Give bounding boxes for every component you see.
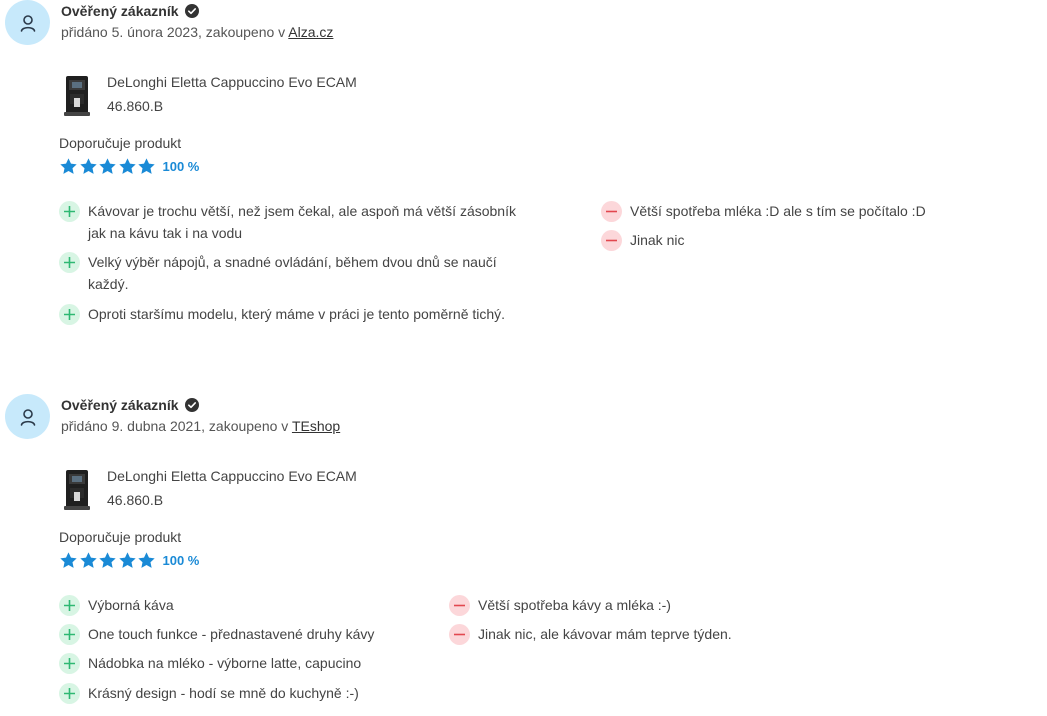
pro-item: One touch funkce - přednastavené druhy k… (59, 623, 419, 645)
minus-icon (449, 624, 470, 645)
shop-link[interactable]: TEshop (292, 418, 340, 434)
review-meta: přidáno 9. dubna 2021, zakoupeno v TEsho… (61, 418, 340, 434)
minus-icon (601, 201, 622, 222)
plus-icon (59, 624, 80, 645)
pro-text: Výborná káva (88, 597, 174, 613)
product-name: DeLonghi Eletta Cappuccino Evo ECAM (107, 74, 357, 90)
con-text: Větší spotřeba kávy a mléka :-) (478, 597, 671, 613)
avatar (5, 394, 50, 439)
rating-percent: 100 % (162, 552, 200, 568)
pro-item: Nádobka na mléko - výborne latte, capuci… (59, 652, 419, 674)
pro-text: One touch funkce - přednastavené druhy k… (88, 626, 375, 642)
rating-percent: 100 % (162, 158, 200, 174)
con-item: Větší spotřeba kávy a mléka :-) (449, 594, 849, 616)
avatar (5, 0, 50, 45)
product-name: DeLonghi Eletta Cappuccino Evo ECAM (107, 468, 357, 484)
check-badge-icon (184, 398, 199, 412)
product-price: 46.860.B (107, 492, 164, 508)
con-text: Jinak nic (630, 232, 685, 248)
star-icon (118, 157, 136, 174)
star-icon (138, 551, 155, 568)
con-item: Jinak nic, ale kávovar mám teprve týden. (449, 623, 849, 645)
con-text: Větší spotřeba mléka :D ale s tím se poč… (630, 203, 926, 219)
plus-icon (59, 653, 80, 674)
author-line: Ověřený zákazník (61, 396, 199, 414)
shop-link[interactable]: Alza.cz (288, 24, 333, 40)
review-meta: přidáno 5. února 2023, zakoupeno v Alza.… (61, 24, 333, 40)
pro-item: Výborná káva (59, 594, 419, 616)
plus-icon (59, 201, 80, 222)
recommend-label: Doporučuje produkt (59, 529, 182, 545)
star-rating: 100 % (59, 550, 199, 570)
plus-icon (59, 683, 80, 704)
check-badge-icon (184, 4, 199, 18)
pro-item: Velký výběr nápojů, a snadné ovládání, b… (59, 251, 529, 295)
user-icon (20, 408, 35, 426)
star-icon (138, 157, 155, 174)
pro-text: Velký výběr nápojů, a snadné ovládání, b… (88, 254, 497, 292)
minus-icon (449, 595, 470, 616)
product-thumbnail (64, 470, 90, 510)
pro-item: Krásný design - hodí se mně do kuchyně :… (59, 682, 419, 704)
con-text: Jinak nic, ale kávovar mám teprve týden. (478, 626, 732, 642)
plus-icon (59, 595, 80, 616)
pro-text: Krásný design - hodí se mně do kuchyně :… (88, 685, 359, 701)
author-name: Ověřený zákazník (61, 3, 179, 19)
recommend-label: Doporučuje produkt (59, 135, 182, 151)
star-icon (60, 551, 77, 568)
plus-icon (59, 304, 80, 325)
review-date: přidáno 5. února 2023, zakoupeno v (61, 24, 289, 40)
author-name: Ověřený zákazník (61, 397, 179, 413)
pro-text: Kávovar je trochu větší, než jsem čekal,… (88, 203, 516, 241)
product-price: 46.860.B (107, 98, 164, 114)
con-item: Jinak nic (601, 229, 1001, 251)
user-icon (20, 14, 35, 32)
star-icon (60, 157, 77, 174)
star-icon (79, 157, 97, 174)
star-icon (99, 157, 116, 174)
star-icon (79, 551, 97, 568)
con-item: Větší spotřeba mléka :D ale s tím se poč… (601, 200, 1001, 222)
plus-icon (59, 252, 80, 273)
minus-icon (601, 230, 622, 251)
star-icon (118, 551, 136, 568)
pro-item: Oproti staršímu modelu, který máme v prá… (59, 303, 539, 325)
review-date: přidáno 9. dubna 2021, zakoupeno v (61, 418, 292, 434)
pro-text: Oproti staršímu modelu, který máme v prá… (88, 306, 506, 322)
product-thumbnail (64, 76, 90, 116)
pro-item: Kávovar je trochu větší, než jsem čekal,… (59, 200, 529, 244)
author-line: Ověřený zákazník (61, 2, 199, 20)
star-rating: 100 % (59, 156, 199, 176)
star-icon (99, 551, 116, 568)
pro-text: Nádobka na mléko - výborne latte, capuci… (88, 655, 362, 671)
